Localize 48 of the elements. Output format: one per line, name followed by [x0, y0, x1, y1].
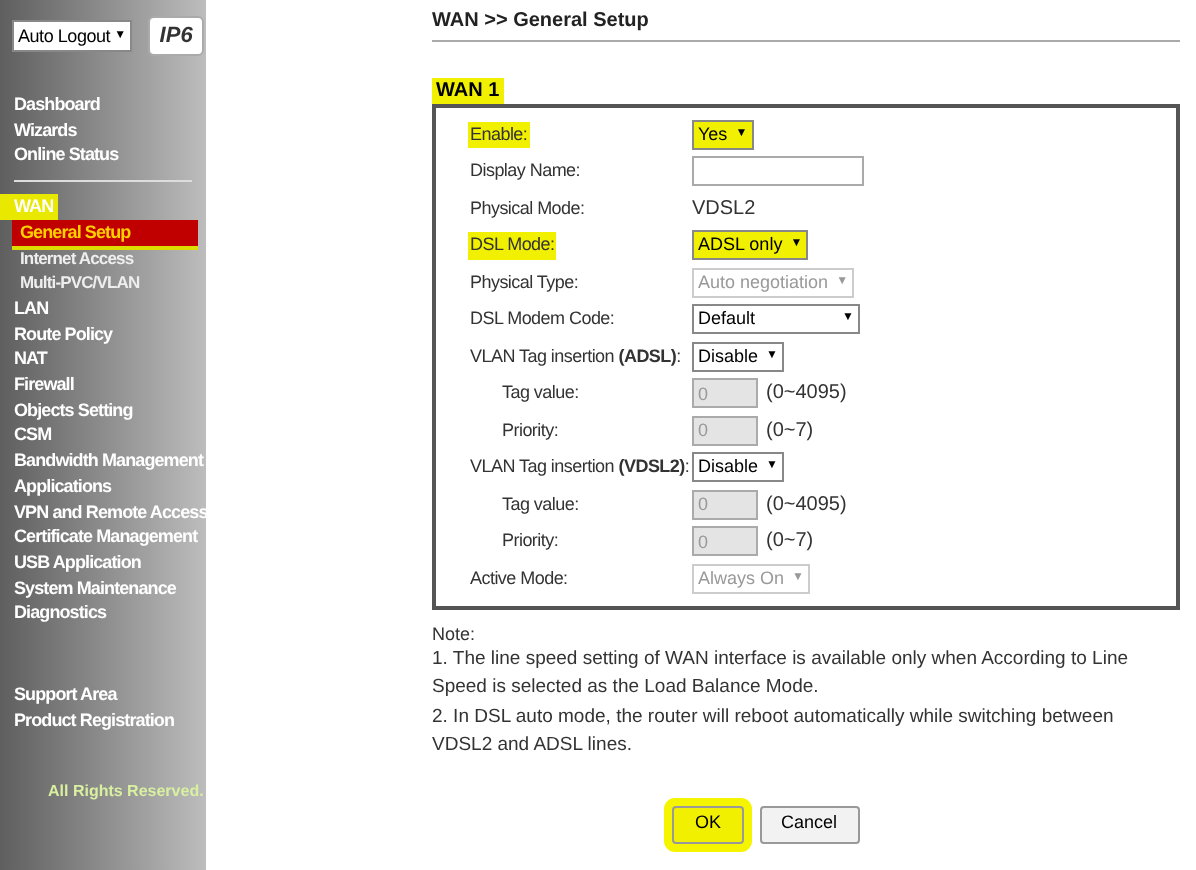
field-label: VLAN Tag insertion (VDSL2):	[468, 454, 692, 480]
menu-item[interactable]: Wizards	[0, 117, 206, 143]
field-label: Tag value:	[500, 491, 581, 518]
submenu-item[interactable]: Multi-PVC/VLAN	[20, 270, 206, 296]
copyright-text: All Rights Reserved.	[46, 780, 206, 805]
menu-item[interactable]: NAT	[0, 346, 206, 373]
field-label: DSL Mode:	[468, 232, 557, 259]
ipv6-badge: IP6	[147, 16, 205, 56]
menu-item[interactable]: Product Registration	[0, 707, 206, 733]
field-label: Tag value:	[500, 380, 581, 406]
field-label: Physical Type:	[468, 269, 581, 296]
menu-item[interactable]: System Maintenance	[0, 575, 206, 601]
field-label: Enable:	[468, 121, 530, 148]
note-text: 1. The line speed setting of WAN interface is available only when According to Line Speed is selected as the Load Balance Mode.	[432, 645, 1131, 701]
menu-item[interactable]: LAN	[0, 295, 206, 322]
range-hint: (0~4095)	[766, 380, 847, 409]
menu-item[interactable]: Dashboard	[0, 92, 206, 118]
menu-item[interactable]: USB Application	[0, 549, 206, 576]
field-label: DSL Modem Code:	[468, 306, 617, 332]
text-field[interactable]	[692, 156, 864, 187]
field-value: VDSL2	[692, 195, 756, 224]
menu-item[interactable]: Route Policy	[0, 321, 206, 347]
note-title: Note:	[432, 621, 478, 645]
menu-item[interactable]: VPN and Remote Access	[0, 499, 206, 525]
menu-item[interactable]: Firewall	[0, 372, 206, 398]
section-title: WAN 1	[432, 78, 504, 104]
menu-item[interactable]: CSM	[0, 422, 206, 449]
page-title: WAN >> General Setup	[432, 8, 651, 36]
field-label: Priority:	[500, 528, 561, 554]
menu-item[interactable]: Objects Setting	[0, 397, 206, 423]
field-label: VLAN Tag insertion (ADSL):	[468, 343, 683, 370]
field-label: Physical Mode:	[468, 195, 587, 222]
range-hint: (0~4095)	[766, 491, 847, 520]
menu-item[interactable]: Diagnostics	[0, 600, 206, 627]
menu-item[interactable]: Certificate Management	[0, 524, 206, 550]
menu-item[interactable]: Applications	[0, 473, 206, 500]
cancel-button[interactable]: Cancel	[759, 805, 860, 843]
field-label: Display Name:	[468, 158, 583, 184]
field-label: Priority:	[500, 417, 561, 444]
field-label: Active Mode:	[468, 565, 570, 591]
range-hint: (0~7)	[766, 528, 814, 557]
menu-item[interactable]: Support Area	[0, 682, 206, 708]
range-hint: (0~7)	[766, 417, 814, 446]
submenu-item[interactable]: Internet Access	[20, 245, 206, 271]
menu-item[interactable]: Bandwidth Management	[0, 448, 206, 474]
note-text: 2. In DSL auto mode, the router will reboot automatically while switching between VDSL2 and ADSL lines.	[432, 703, 1116, 759]
submenu-item[interactable]: General Setup	[12, 219, 198, 246]
menu-item[interactable]: Online Status	[0, 142, 206, 169]
